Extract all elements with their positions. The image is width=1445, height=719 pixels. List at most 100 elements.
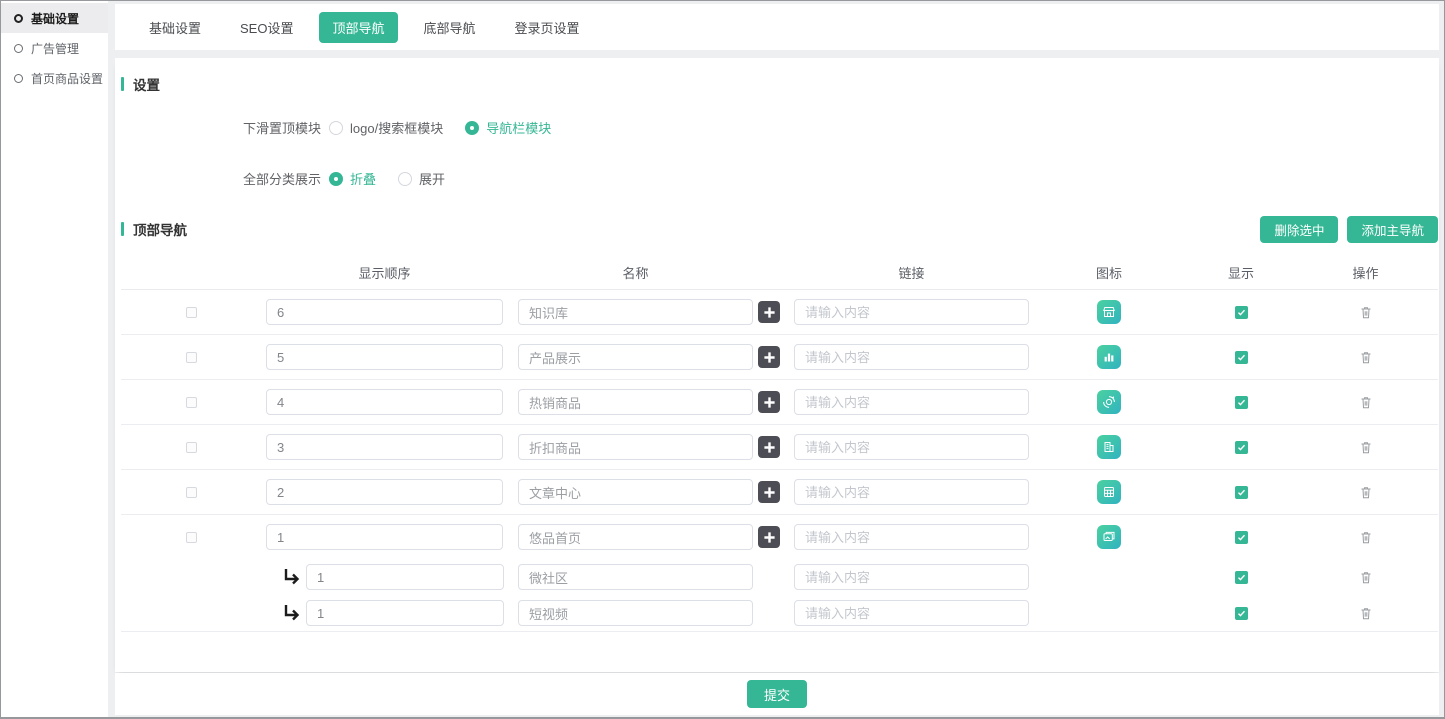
add-sub-nav-button[interactable]: [758, 346, 780, 368]
show-checkbox[interactable]: [1235, 306, 1248, 319]
sub-name-input[interactable]: [518, 564, 753, 590]
trash-icon: [1359, 485, 1373, 500]
delete-row-button[interactable]: [1359, 485, 1373, 500]
name-input[interactable]: [518, 389, 753, 415]
radio-option-logo-search-module[interactable]: logo/搜索框模块: [329, 118, 443, 137]
add-main-nav-button[interactable]: 添加主导航: [1347, 216, 1438, 243]
delete-row-button[interactable]: [1359, 530, 1373, 545]
circle-icon: [14, 14, 23, 23]
order-input[interactable]: [266, 434, 503, 460]
order-input[interactable]: [266, 344, 503, 370]
show-checkbox[interactable]: [1235, 607, 1248, 620]
radio-option-expand[interactable]: 展开: [398, 169, 445, 188]
nav-section-header: 顶部导航 删除选中 添加主导航: [121, 215, 1438, 243]
radio-option-collapse[interactable]: 折叠: [329, 169, 376, 188]
nav-icon-knowledge-base[interactable]: [1097, 300, 1121, 324]
show-checkbox[interactable]: [1235, 531, 1248, 544]
table-row: [121, 380, 1438, 425]
trash-icon: [1359, 305, 1373, 320]
nav-icon-product-display[interactable]: [1097, 345, 1121, 369]
show-checkbox[interactable]: [1235, 351, 1248, 364]
radio-option-navbar-module[interactable]: 导航栏模块: [465, 118, 551, 137]
order-input[interactable]: [266, 389, 503, 415]
link-input[interactable]: [794, 299, 1029, 325]
nav-icon-article-center[interactable]: [1097, 480, 1121, 504]
radio-icon[interactable]: [398, 172, 412, 186]
link-input[interactable]: [794, 479, 1029, 505]
radio-icon[interactable]: [465, 121, 479, 135]
sub-order-input[interactable]: [306, 564, 504, 590]
sidebar-item-home-product-settings[interactable]: 首页商品设置: [1, 63, 108, 93]
radio-icon[interactable]: [329, 121, 343, 135]
main-panel: 设置 下滑置顶模块 logo/搜索框模块 导航栏模块 全部分类展示 折叠: [115, 58, 1439, 672]
show-checkbox[interactable]: [1235, 486, 1248, 499]
name-input[interactable]: [518, 299, 753, 325]
tab-basic-settings[interactable]: 基础设置: [136, 12, 214, 43]
tab-bottom-navigation[interactable]: 底部导航: [411, 12, 489, 43]
name-input[interactable]: [518, 434, 753, 460]
link-input[interactable]: [794, 389, 1029, 415]
show-checkbox[interactable]: [1235, 441, 1248, 454]
check-icon: [1237, 488, 1246, 497]
add-sub-nav-button[interactable]: [758, 481, 780, 503]
sidebar: 基础设置 广告管理 首页商品设置: [1, 1, 108, 717]
radio-icon[interactable]: [329, 172, 343, 186]
add-sub-nav-button[interactable]: [758, 391, 780, 413]
submit-button[interactable]: 提交: [747, 680, 807, 708]
nav-icon-homepage[interactable]: [1097, 525, 1121, 549]
sidebar-item-ad-management[interactable]: 广告管理: [1, 33, 108, 63]
link-input[interactable]: [794, 524, 1029, 550]
delete-row-button[interactable]: [1359, 395, 1373, 410]
row-select-checkbox[interactable]: [186, 442, 197, 453]
delete-row-button[interactable]: [1359, 606, 1373, 621]
column-header-link: 链接: [794, 263, 1029, 282]
name-input[interactable]: [518, 344, 753, 370]
add-sub-nav-button[interactable]: [758, 526, 780, 548]
show-checkbox[interactable]: [1235, 396, 1248, 409]
table-sub-row: [121, 559, 1438, 595]
plus-icon: [763, 531, 776, 544]
column-header-action: 操作: [1293, 263, 1438, 282]
trash-icon: [1359, 350, 1373, 365]
name-input[interactable]: [518, 479, 753, 505]
delete-row-button[interactable]: [1359, 570, 1373, 585]
sub-order-input[interactable]: [306, 600, 504, 626]
nav-table: 显示顺序 名称 链接 图标 显示 操作: [121, 256, 1438, 632]
table-row: [121, 515, 1438, 632]
delete-row-button[interactable]: [1359, 440, 1373, 455]
app-frame: 基础设置 广告管理 首页商品设置 基础设置 SEO设置 顶部导航 底部导航 登录…: [0, 0, 1445, 719]
tab-top-navigation[interactable]: 顶部导航: [319, 12, 397, 43]
sidebar-item-basic-settings[interactable]: 基础设置: [1, 3, 108, 33]
link-input[interactable]: [794, 344, 1029, 370]
add-sub-nav-button[interactable]: [758, 436, 780, 458]
show-checkbox[interactable]: [1235, 571, 1248, 584]
row-select-checkbox[interactable]: [186, 487, 197, 498]
check-icon: [1237, 533, 1246, 542]
link-input[interactable]: [794, 434, 1029, 460]
order-input[interactable]: [266, 299, 503, 325]
plus-icon: [763, 441, 776, 454]
nav-icon-hot-sale[interactable]: [1097, 390, 1121, 414]
delete-row-button[interactable]: [1359, 305, 1373, 320]
row-select-checkbox[interactable]: [186, 307, 197, 318]
sub-name-input[interactable]: [518, 600, 753, 626]
tab-login-page-settings[interactable]: 登录页设置: [502, 12, 593, 43]
nav-icon-discount[interactable]: [1097, 435, 1121, 459]
add-sub-nav-button[interactable]: [758, 301, 780, 323]
order-input[interactable]: [266, 524, 503, 550]
sub-level-arrow-icon: [282, 569, 302, 585]
delete-row-button[interactable]: [1359, 350, 1373, 365]
section-bar-icon: [121, 77, 124, 91]
row-select-checkbox[interactable]: [186, 352, 197, 363]
trash-icon: [1359, 570, 1373, 585]
sub-link-input[interactable]: [794, 600, 1029, 626]
plus-icon: [763, 486, 776, 499]
name-input[interactable]: [518, 524, 753, 550]
tab-seo-settings[interactable]: SEO设置: [227, 12, 306, 43]
row-select-checkbox[interactable]: [186, 532, 197, 543]
sub-link-input[interactable]: [794, 564, 1029, 590]
order-input[interactable]: [266, 479, 503, 505]
delete-selected-button[interactable]: 删除选中: [1260, 216, 1338, 243]
trash-icon: [1359, 395, 1373, 410]
row-select-checkbox[interactable]: [186, 397, 197, 408]
